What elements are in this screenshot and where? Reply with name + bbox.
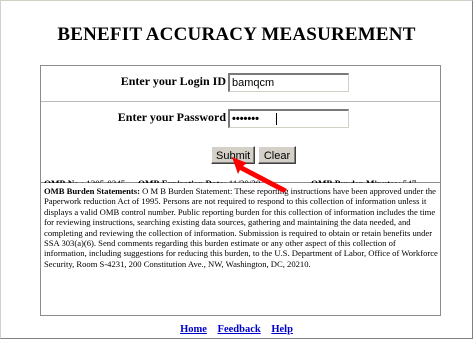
omb-statement-text: O M B Burden Statement: These reporting … xyxy=(44,186,438,269)
omb-statement-panel: OMB Burden Statements: O M B Burden Stat… xyxy=(40,183,441,316)
omb-statement-label: OMB Burden Statements: xyxy=(44,186,140,196)
footer-link-home[interactable]: Home xyxy=(180,324,207,335)
submit-button[interactable]: Submit xyxy=(211,146,255,164)
password-label: Enter your Password xyxy=(117,110,226,124)
password-mask: ••••••• xyxy=(232,113,259,125)
omb-statement: OMB Burden Statements: O M B Burden Stat… xyxy=(44,186,438,269)
footer-nav: Home Feedback Help xyxy=(0,324,473,335)
login-form: Enter your Login ID bamqcm Enter your Pa… xyxy=(40,65,441,189)
footer-link-feedback[interactable]: Feedback xyxy=(218,324,261,335)
text-caret xyxy=(276,113,277,125)
form-divider xyxy=(41,101,440,102)
footer-link-help[interactable]: Help xyxy=(271,324,293,335)
clear-button[interactable]: Clear xyxy=(258,146,296,164)
login-id-input[interactable]: bamqcm xyxy=(228,73,349,92)
login-id-label: Enter your Login ID xyxy=(120,74,226,88)
page-title: BENEFIT ACCURACY MEASUREMENT xyxy=(57,24,416,45)
password-input[interactable]: ••••••• xyxy=(228,109,349,128)
